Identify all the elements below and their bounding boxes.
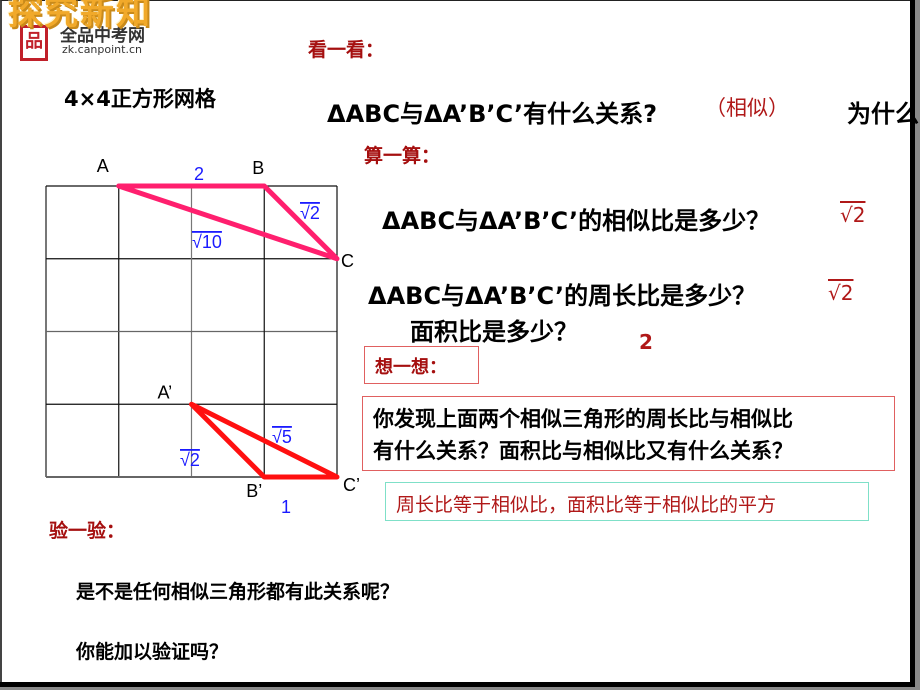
discover-box: 你发现上面两个相似三角形的周长比与相似比 有什么关系？面积比与相似比又有什么关系… [362, 396, 895, 471]
conclusion-box: 周长比等于相似比，面积比等于相似比的平方 [385, 482, 869, 521]
think-box: 想一想： [364, 346, 479, 384]
slide: 品 全品中考网 zk.canpoint.cn 探究新知 4×4正方形网格 ABC… [0, 0, 919, 682]
answer-similarity-ratio: √2 [840, 203, 866, 227]
side-label-a-prime-b-prime: √2 [180, 450, 200, 470]
section-calc-title: 算一算： [364, 145, 441, 167]
verify-question-2: 你能加以验证吗？ [76, 641, 229, 663]
section-verify-title: 验一验： [49, 520, 126, 542]
side-label-a-prime-c-prime: √5 [272, 427, 292, 447]
side-label-ab: 2 [194, 164, 204, 184]
slide-frame-right [910, 0, 915, 687]
vertex-label-a: A [97, 156, 109, 176]
grid-label: 4×4正方形网格 [64, 87, 216, 111]
section-think-title: 想一想： [375, 357, 447, 378]
side-label-bc: √2 [300, 203, 320, 223]
question-similarity-ratio: ΔABC与ΔA’B’C’的相似比是多少？ [382, 207, 771, 235]
conclusion-text: 周长比等于相似比，面积比等于相似比的平方 [396, 494, 777, 516]
vertex-label-c-prime: C’ [343, 475, 360, 495]
slide-title: 探究新知 [8, 0, 152, 33]
side-label-ac: √10 [192, 232, 222, 252]
vertex-label-c: C [341, 251, 354, 271]
discover-line-1: 你发现上面两个相似三角形的周长比与相似比 [373, 407, 793, 431]
answer-area-ratio: 2 [639, 330, 653, 354]
verify-question-1: 是不是任何相似三角形都有此关系呢？ [76, 581, 400, 603]
grid-lines [45, 185, 338, 478]
question-area-ratio: 面积比是多少？ [410, 318, 578, 346]
section-look-title: 看一看： [308, 39, 385, 61]
vertex-label-b: B [252, 158, 264, 178]
question-perimeter-ratio: ΔABC与ΔA’B’C’的周长比是多少？ [368, 282, 757, 310]
question-relation: ΔABC与ΔA’B’C’有什么关系? [327, 100, 658, 128]
slide-frame-bottom [0, 682, 915, 687]
vertex-label-a-prime: A’ [158, 382, 173, 402]
side-label-b-prime-c-prime: 1 [281, 497, 291, 517]
answer-perimeter-ratio: √2 [828, 281, 854, 305]
vertex-label-b-prime: B’ [246, 481, 262, 501]
answer-relation: （相似） [705, 96, 789, 120]
discover-line-2: 有什么关系？面积比与相似比又有什么关系？ [373, 439, 793, 463]
logo-url: zk.canpoint.cn [62, 43, 142, 56]
question-why: 为什么 [847, 100, 919, 128]
grid-figure: A B C A’ B’ C’ 2 √2 √10 √2 √5 1 [45, 156, 360, 517]
